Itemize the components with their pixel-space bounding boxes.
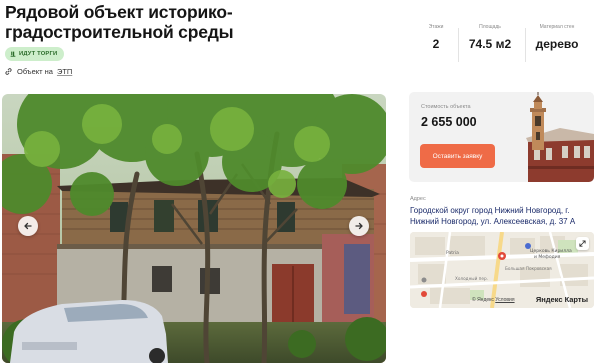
map-legal: © Яндекс Условия — [472, 297, 515, 303]
map-label-street: Холодный пер. — [455, 276, 488, 281]
etp-link[interactable]: ЭТП — [57, 67, 72, 76]
arrow-right-icon — [355, 222, 363, 230]
stat-area: Площадь 74.5 м2 — [464, 24, 516, 51]
price-value: 2 655 000 — [421, 115, 477, 129]
object-photo[interactable] — [2, 94, 386, 363]
stat-wall-material-value: дерево — [535, 37, 579, 51]
status-badge: ИДУТ ТОРГИ — [5, 47, 65, 61]
map-pin-icon — [498, 252, 506, 260]
stat-floors: Этажи 2 — [422, 24, 450, 51]
map-label-patria: Patria — [446, 250, 459, 256]
status-badge-label: ИДУТ ТОРГИ — [19, 51, 58, 57]
stat-area-label: Площадь — [479, 24, 501, 30]
stat-floors-label: Этажи — [428, 24, 444, 30]
stat-divider — [525, 28, 526, 62]
stat-divider — [458, 28, 459, 62]
stat-area-value: 74.5 м2 — [468, 37, 512, 51]
price-label: Стоимость объекта — [421, 104, 471, 110]
map-label-church-2: и Мефодия — [534, 254, 561, 260]
page-title: Рядовой объект историко-градостроительно… — [5, 2, 234, 42]
price-card: Стоимость объекта 2 655 000 Оставить зая… — [409, 92, 594, 182]
photo-next-button[interactable] — [349, 216, 369, 236]
stat-wall-material: Материал стен дерево — [532, 24, 582, 51]
historic-tower-illustration — [514, 92, 594, 182]
submit-application-button[interactable]: Оставить заявку — [420, 144, 495, 168]
stat-floors-value: 2 — [432, 37, 440, 51]
address-label: Адрес — [410, 196, 426, 202]
address-text: Городской округ город Нижний Новгород, г… — [410, 206, 576, 226]
building-photo-illustration — [2, 94, 386, 363]
link-icon — [5, 68, 12, 75]
etp-row: Объект на ЭТП — [4, 67, 72, 76]
map-legal-prefix: © Яндекс — [472, 297, 494, 303]
map-terms-link[interactable]: Условия — [495, 297, 514, 303]
map-label-church: Церковь Кирилла — [530, 248, 572, 254]
etp-prefix: Объект на — [17, 67, 53, 76]
expand-icon — [579, 240, 586, 247]
gavel-icon — [10, 51, 16, 57]
stats-bar: Этажи 2 Площадь 74.5 м2 Материал стен де… — [412, 24, 597, 64]
photo-prev-button[interactable] — [18, 216, 38, 236]
yandex-maps-logo[interactable]: Яндекс Карты — [536, 295, 588, 304]
stat-wall-material-label: Материал стен — [539, 24, 575, 30]
location-map[interactable]: Patria Церковь Кирилла и Мефодия Холодны… — [410, 232, 594, 308]
map-label-street-2: Большая Покровская — [505, 266, 552, 271]
arrow-left-icon — [24, 222, 32, 230]
map-expand-button[interactable] — [576, 237, 589, 250]
